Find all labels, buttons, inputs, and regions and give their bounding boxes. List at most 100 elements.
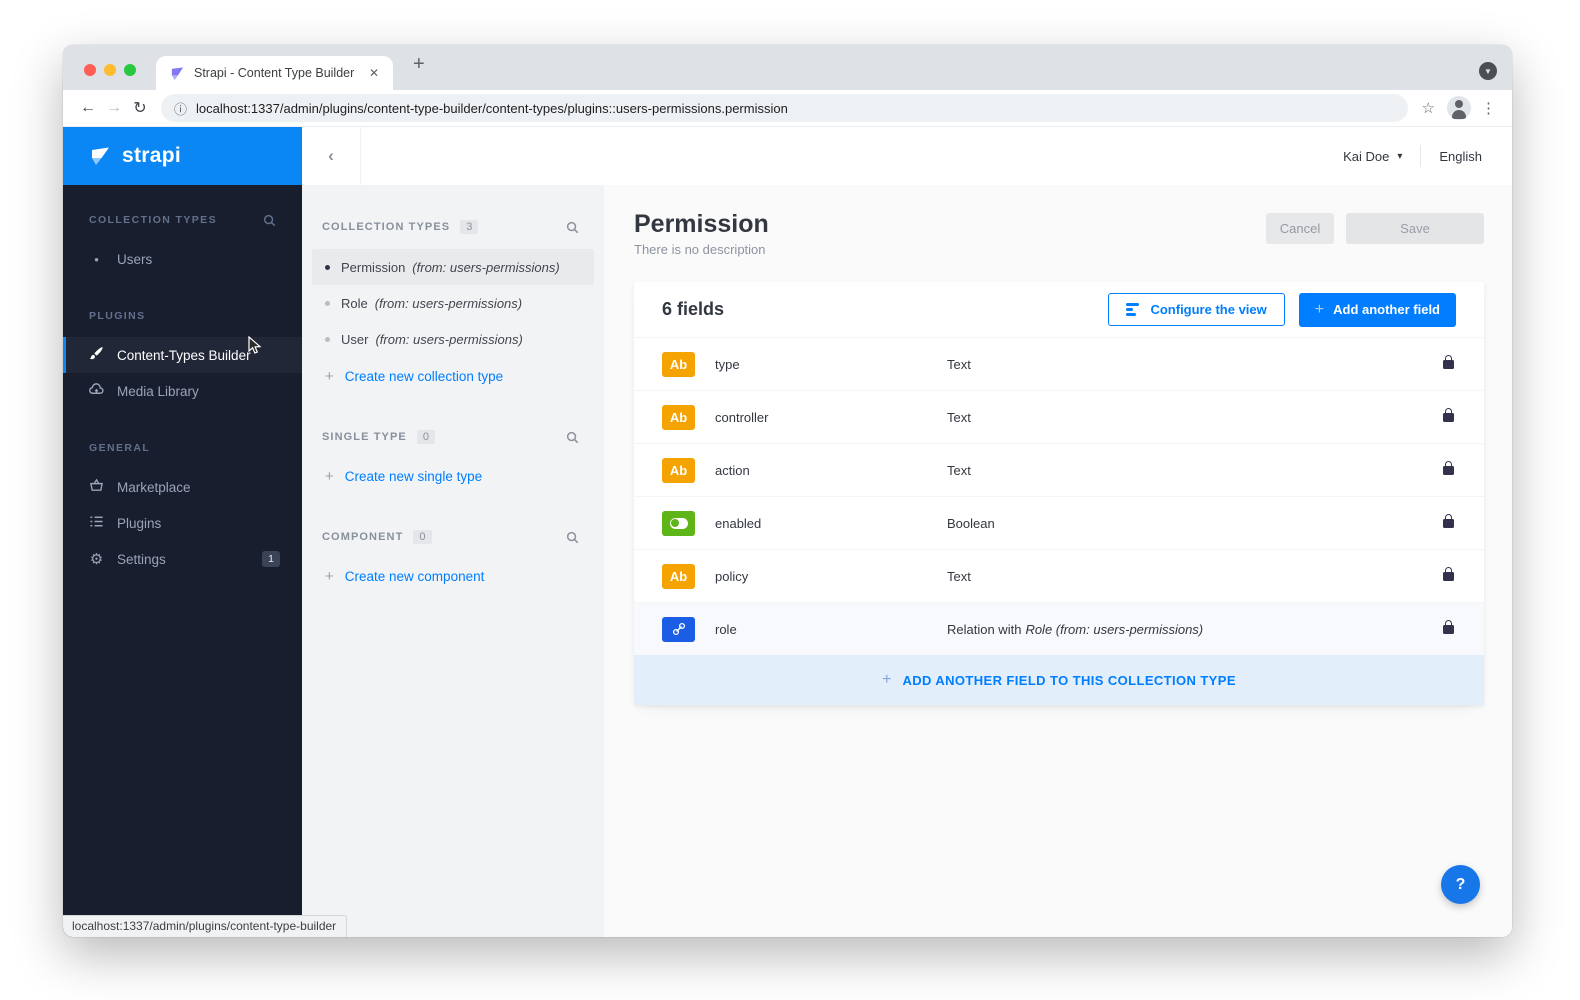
tab-close-icon[interactable]: ✕: [365, 64, 383, 82]
collection-type-suffix: (from: users-permissions): [375, 296, 522, 311]
chevron-left-icon: ‹: [328, 146, 334, 166]
browser-tab[interactable]: Strapi - Content Type Builder ✕: [156, 56, 393, 90]
strapi-logo[interactable]: strapi: [63, 127, 302, 185]
maximize-window-button[interactable]: [124, 64, 136, 76]
lock-icon: [1443, 519, 1454, 528]
panel-count-badge: 0: [413, 530, 431, 544]
layout-icon: [1126, 303, 1139, 316]
sidebar-item-media-library[interactable]: Media Library: [63, 373, 302, 409]
create-collection-type-link[interactable]: + Create new collection type: [312, 359, 594, 393]
url-text[interactable]: localhost:1337/admin/plugins/content-typ…: [196, 101, 788, 116]
collection-type-suffix: (from: users-permissions): [412, 260, 559, 275]
field-row-controller[interactable]: Ab controller Text: [634, 390, 1484, 443]
text-field-icon: Ab: [662, 352, 695, 377]
field-row-role[interactable]: role Relation with Role (from: users-per…: [634, 602, 1484, 655]
app-header: ‹ Kai Doe ▾ English: [302, 127, 1512, 185]
paintbrush-icon: [89, 346, 104, 364]
search-icon[interactable]: [566, 431, 579, 444]
collection-type-user[interactable]: User (from: users-permissions): [312, 321, 594, 357]
traffic-lights: [84, 64, 136, 76]
sidebar-item-label: Users: [117, 252, 152, 267]
field-name: action: [715, 463, 947, 478]
bookmark-icon[interactable]: ☆: [1422, 99, 1435, 117]
create-component-link[interactable]: + Create new component: [312, 559, 594, 593]
collection-type-permission[interactable]: Permission (from: users-permissions): [312, 249, 594, 285]
close-window-button[interactable]: [84, 64, 96, 76]
field-type-detail: Role (from: users-permissions): [1025, 622, 1203, 637]
url-bar[interactable]: ⓘ localhost:1337/admin/plugins/content-t…: [161, 94, 1408, 122]
search-icon[interactable]: [566, 531, 579, 544]
panel-label: COLLECTION TYPES: [322, 221, 450, 233]
field-row-enabled[interactable]: enabled Boolean: [634, 496, 1484, 549]
save-button[interactable]: Save: [1346, 213, 1484, 244]
field-type: Text: [947, 410, 1443, 425]
field-type: Boolean: [947, 516, 1443, 531]
plus-icon: +: [1315, 301, 1324, 319]
new-tab-button[interactable]: +: [407, 53, 431, 76]
collection-type-suffix: (from: users-permissions): [375, 332, 522, 347]
browser-profile-avatar[interactable]: [1447, 96, 1471, 120]
sidebar-item-label: Media Library: [117, 384, 199, 399]
tab-title: Strapi - Content Type Builder: [194, 66, 365, 80]
lock-icon: [1443, 360, 1454, 369]
field-type: Text: [947, 569, 1443, 584]
bullet-icon: •: [89, 252, 104, 267]
field-name: role: [715, 622, 947, 637]
field-name: controller: [715, 410, 947, 425]
tab-strip: Strapi - Content Type Builder ✕ + ▼: [63, 45, 1512, 90]
main-content: Permission There is no description Cance…: [604, 185, 1512, 937]
tab-search-button[interactable]: ▼: [1479, 62, 1497, 80]
sidebar-section-plugins: PLUGINS: [63, 305, 302, 327]
field-name: enabled: [715, 516, 947, 531]
forward-icon[interactable]: →: [101, 99, 127, 117]
site-info-icon[interactable]: ⓘ: [174, 99, 187, 118]
sidebar-item-content-types-builder[interactable]: Content-Types Builder: [63, 337, 302, 373]
back-button[interactable]: ‹: [302, 127, 361, 185]
text-field-icon: Ab: [662, 458, 695, 483]
configure-view-label: Configure the view: [1150, 302, 1266, 317]
back-icon[interactable]: ←: [75, 99, 101, 117]
create-link-label: Create new collection type: [345, 369, 503, 384]
create-single-type-link[interactable]: + Create new single type: [312, 459, 594, 493]
help-button[interactable]: ?: [1441, 865, 1480, 904]
refresh-icon[interactable]: ↻: [127, 98, 153, 118]
search-icon[interactable]: [263, 214, 276, 227]
plus-icon: +: [325, 368, 334, 385]
language-selector[interactable]: English: [1439, 149, 1482, 164]
collection-type-role[interactable]: Role (from: users-permissions): [312, 285, 594, 321]
field-name: policy: [715, 569, 947, 584]
sidebar-section-collection-types: COLLECTION TYPES: [63, 209, 302, 231]
minimize-window-button[interactable]: [104, 64, 116, 76]
gear-icon: ⚙: [89, 550, 104, 568]
sidebar-item-marketplace[interactable]: Marketplace: [63, 469, 302, 505]
sidebar-item-plugins[interactable]: Plugins: [63, 505, 302, 541]
user-menu[interactable]: Kai Doe: [1343, 149, 1389, 164]
relation-field-icon: [662, 617, 695, 642]
field-row-type[interactable]: Ab type Text: [634, 337, 1484, 390]
browser-window: Strapi - Content Type Builder ✕ + ▼ ← → …: [63, 45, 1512, 937]
fields-count: 6 fields: [662, 299, 724, 320]
sidebar-item-settings[interactable]: ⚙ Settings 1: [63, 541, 302, 577]
create-link-label: Create new single type: [345, 469, 482, 484]
text-field-icon: Ab: [662, 564, 695, 589]
list-icon: [89, 514, 104, 532]
add-field-banner[interactable]: + ADD ANOTHER FIELD TO THIS COLLECTION T…: [634, 655, 1484, 705]
browser-menu-icon[interactable]: ⋮: [1481, 99, 1496, 117]
sidebar-item-users[interactable]: • Users: [63, 241, 302, 277]
search-icon[interactable]: [566, 221, 579, 234]
panel-count-badge: 3: [460, 220, 478, 234]
sidebar-section-general: GENERAL: [63, 437, 302, 459]
collection-type-name: User: [341, 332, 368, 347]
strapi-logo-icon: [89, 144, 113, 168]
field-row-policy[interactable]: Ab policy Text: [634, 549, 1484, 602]
field-name: type: [715, 357, 947, 372]
field-row-action[interactable]: Ab action Text: [634, 443, 1484, 496]
text-field-icon: Ab: [662, 405, 695, 430]
panel-count-badge: 0: [417, 430, 435, 444]
cancel-button[interactable]: Cancel: [1266, 213, 1334, 244]
chevron-down-icon[interactable]: ▾: [1397, 151, 1402, 162]
sidebar-nav: COLLECTION TYPES • Users PLUGINS: [63, 185, 302, 577]
configure-view-button[interactable]: Configure the view: [1108, 293, 1284, 326]
add-another-field-button[interactable]: + Add another field: [1299, 293, 1456, 327]
settings-badge: 1: [262, 551, 280, 567]
